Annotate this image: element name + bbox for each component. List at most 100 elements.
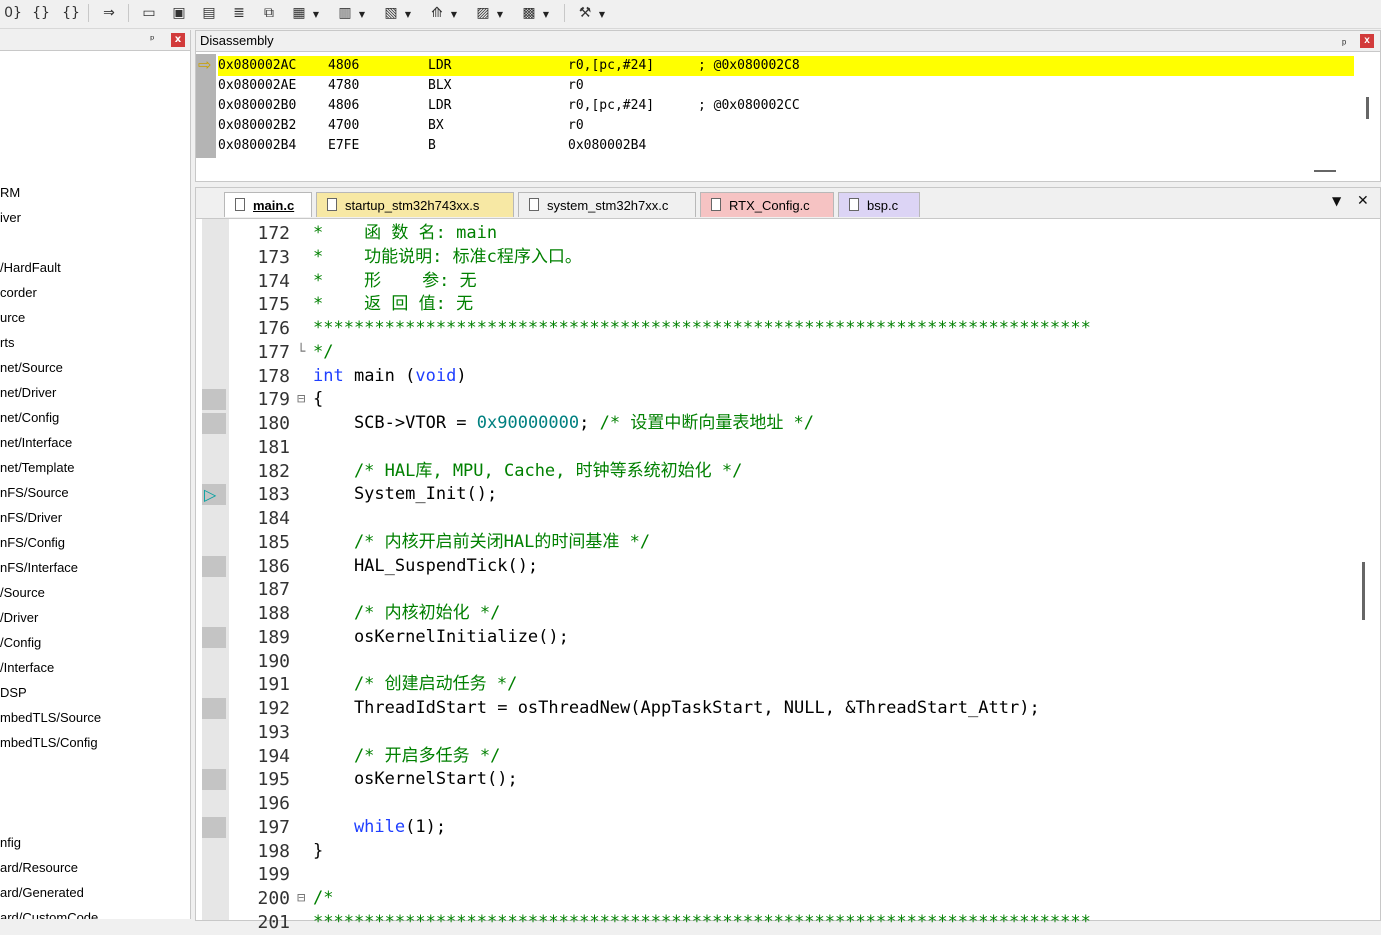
code-line[interactable]: 189 osKernelInitialize();	[196, 626, 1366, 650]
disassembly-scrollbar-thumb[interactable]	[1366, 97, 1369, 119]
project-tree-item[interactable]: rts	[0, 335, 14, 350]
disassembly-hscroll-thumb[interactable]	[1314, 170, 1336, 172]
fold-toggle-icon[interactable]: ⊟	[297, 388, 305, 412]
disassembly-window-icon[interactable]: ▣	[168, 3, 190, 23]
code-line[interactable]: 197 while(1);	[196, 816, 1366, 840]
project-tree-item[interactable]: ard/CustomCode	[0, 910, 98, 919]
code-line[interactable]: 195 osKernelStart();	[196, 768, 1366, 792]
code-line[interactable]: 186 HAL_SuspendTick();	[196, 555, 1366, 579]
code-line[interactable]: 176 *************************************…	[196, 317, 1366, 341]
project-tree-item[interactable]: mbedTLS/Config	[0, 735, 98, 750]
project-tree-item[interactable]: RM	[0, 185, 20, 200]
project-tree-item[interactable]: net/Interface	[0, 435, 72, 450]
pin-icon[interactable]: ᵖ	[150, 33, 155, 46]
project-tree-item[interactable]: mbedTLS/Source	[0, 710, 101, 725]
tab-rtx-config-c[interactable]: RTX_Config.c	[700, 192, 834, 217]
code-line[interactable]: 191 /* 创建启动任务 */	[196, 673, 1366, 697]
project-tree-item[interactable]: nfig	[0, 835, 21, 850]
tab-startup-stm32h743xx-s[interactable]: startup_stm32h743xx.s	[316, 192, 514, 217]
dropdown-arrow-icon[interactable]: ▼	[312, 5, 320, 25]
code-line[interactable]: 172 * 函 数 名: main	[196, 222, 1366, 246]
project-tree-item[interactable]: ard/Generated	[0, 885, 84, 900]
project-tree-item[interactable]: /Driver	[0, 610, 38, 625]
tab-main-c[interactable]: main.c	[224, 192, 312, 217]
tab-dropdown-icon[interactable]: ▼	[1332, 194, 1341, 208]
project-tree-item[interactable]: urce	[0, 310, 25, 325]
project-tree-item[interactable]: corder	[0, 285, 37, 300]
project-tree-item[interactable]: /Config	[0, 635, 41, 650]
code-line[interactable]: 173 * 功能说明: 标准c程序入口。	[196, 246, 1366, 270]
code-line[interactable]: 180 SCB->VTOR = 0x90000000; /* 设置中断向量表地址…	[196, 412, 1366, 436]
system-viewer-icon[interactable]: ▨	[472, 3, 494, 23]
project-tree-item[interactable]: /Interface	[0, 660, 54, 675]
breakpoint-slot[interactable]	[202, 626, 226, 648]
code-line[interactable]: 179 ⊟ {	[196, 388, 1366, 412]
code-line[interactable]: ▷ 183 System_Init();	[196, 483, 1366, 507]
close-editor-icon[interactable]: ✕	[1357, 193, 1369, 209]
project-tree-item[interactable]: nFS/Config	[0, 535, 65, 550]
code-line[interactable]: 193	[196, 721, 1366, 745]
disassembly-row[interactable]: 0x080002AE 4780 BLX r0	[218, 76, 1354, 96]
project-tree-item[interactable]: /HardFault	[0, 260, 61, 275]
editor-scrollbar-thumb[interactable]	[1362, 562, 1365, 620]
breakpoint-slot[interactable]	[202, 698, 226, 719]
breakpoint-slot[interactable]	[202, 389, 226, 411]
fold-toggle-icon[interactable]: ⊟	[297, 887, 305, 911]
fold-toggle-icon[interactable]: └	[297, 341, 305, 365]
dropdown-arrow-icon[interactable]: ▼	[404, 5, 412, 25]
pin-icon[interactable]: ᵖ	[1342, 34, 1346, 54]
project-tree-item[interactable]: net/Source	[0, 360, 63, 375]
project-tree-item[interactable]: nFS/Interface	[0, 560, 78, 575]
code-line[interactable]: 175 * 返 回 值: 无	[196, 293, 1366, 317]
project-tree-item[interactable]: net/Template	[0, 460, 74, 475]
code-line[interactable]: 187	[196, 578, 1366, 602]
code-line[interactable]: 185 /* 内核开启前关闭HAL的时间基准 */	[196, 531, 1366, 555]
code-line[interactable]: 198}	[196, 840, 1366, 864]
disassembly-row[interactable]: 0x080002AC 4806 LDR r0,[pc,#24] ; @0x080002C…	[218, 56, 1354, 76]
symbols-window-icon[interactable]: ▤	[198, 3, 220, 23]
brace-icon[interactable]: {}	[30, 3, 52, 23]
dropdown-arrow-icon[interactable]: ▼	[358, 5, 366, 25]
settings-tools-icon[interactable]: ⚒	[574, 3, 596, 23]
project-tree-item[interactable]: net/Config	[0, 410, 59, 425]
code-line[interactable]: 201 *************************************…	[196, 911, 1366, 935]
project-tree-item[interactable]: /Source	[0, 585, 45, 600]
code-line[interactable]: 181	[196, 436, 1366, 460]
breakpoint-slot[interactable]	[202, 769, 226, 791]
code-line[interactable]: 174 * 形 参: 无	[196, 270, 1366, 294]
serial-window-icon[interactable]: ▧	[380, 3, 402, 23]
call-stack-window-icon[interactable]: ⧉	[258, 3, 280, 23]
trace-window-icon[interactable]: ⟰	[426, 3, 448, 23]
code-line[interactable]: 177 └ */	[196, 341, 1366, 365]
project-tree-item[interactable]: nFS/Source	[0, 485, 69, 500]
breakpoint-slot[interactable]	[202, 555, 226, 577]
code-line[interactable]: 184	[196, 507, 1366, 531]
project-tree-item[interactable]: DSP	[0, 685, 27, 700]
code-line[interactable]: 192 ThreadIdStart = osThreadNew(AppTaskS…	[196, 697, 1366, 721]
dropdown-arrow-icon[interactable]: ▼	[598, 5, 606, 25]
close-icon[interactable]: x	[171, 33, 185, 47]
watch-window-icon[interactable]: ▦	[288, 3, 310, 23]
run-to-icon[interactable]: ⇒	[98, 3, 120, 23]
code-line[interactable]: 190	[196, 650, 1366, 674]
code-line[interactable]: 188 /* 内核初始化 */	[196, 602, 1366, 626]
disassembly-row[interactable]: 0x080002B4 E7FE B 0x080002B4	[218, 136, 1354, 156]
command-window-icon[interactable]: ▭	[138, 3, 160, 23]
breakpoint-slot[interactable]	[202, 413, 226, 434]
toolbox-icon[interactable]: ▩	[518, 3, 540, 23]
code-line[interactable]: 200 ⊟ /*	[196, 887, 1366, 911]
unbrace-icon[interactable]: {}	[60, 3, 82, 23]
breakpoint-slot[interactable]	[202, 816, 226, 838]
disassembly-row[interactable]: 0x080002B2 4700 BX r0	[218, 116, 1354, 136]
dropdown-arrow-icon[interactable]: ▼	[450, 5, 458, 25]
memory-window-icon[interactable]: ▥	[334, 3, 356, 23]
project-tree-item[interactable]: net/Driver	[0, 385, 56, 400]
code-line[interactable]: 182 /* HAL库, MPU, Cache, 时钟等系统初始化 */	[196, 460, 1366, 484]
code-line[interactable]: 178 int main (void)	[196, 365, 1366, 389]
indent-brace-icon[interactable]: 0}	[2, 3, 24, 23]
code-line[interactable]: 199	[196, 863, 1366, 887]
project-tree-item[interactable]: ard/Resource	[0, 860, 78, 875]
code-line[interactable]: 194 /* 开启多任务 */	[196, 745, 1366, 769]
disassembly-row[interactable]: 0x080002B0 4806 LDR r0,[pc,#24] ; @0x080002C…	[218, 96, 1354, 116]
registers-window-icon[interactable]: ≣	[228, 3, 250, 23]
